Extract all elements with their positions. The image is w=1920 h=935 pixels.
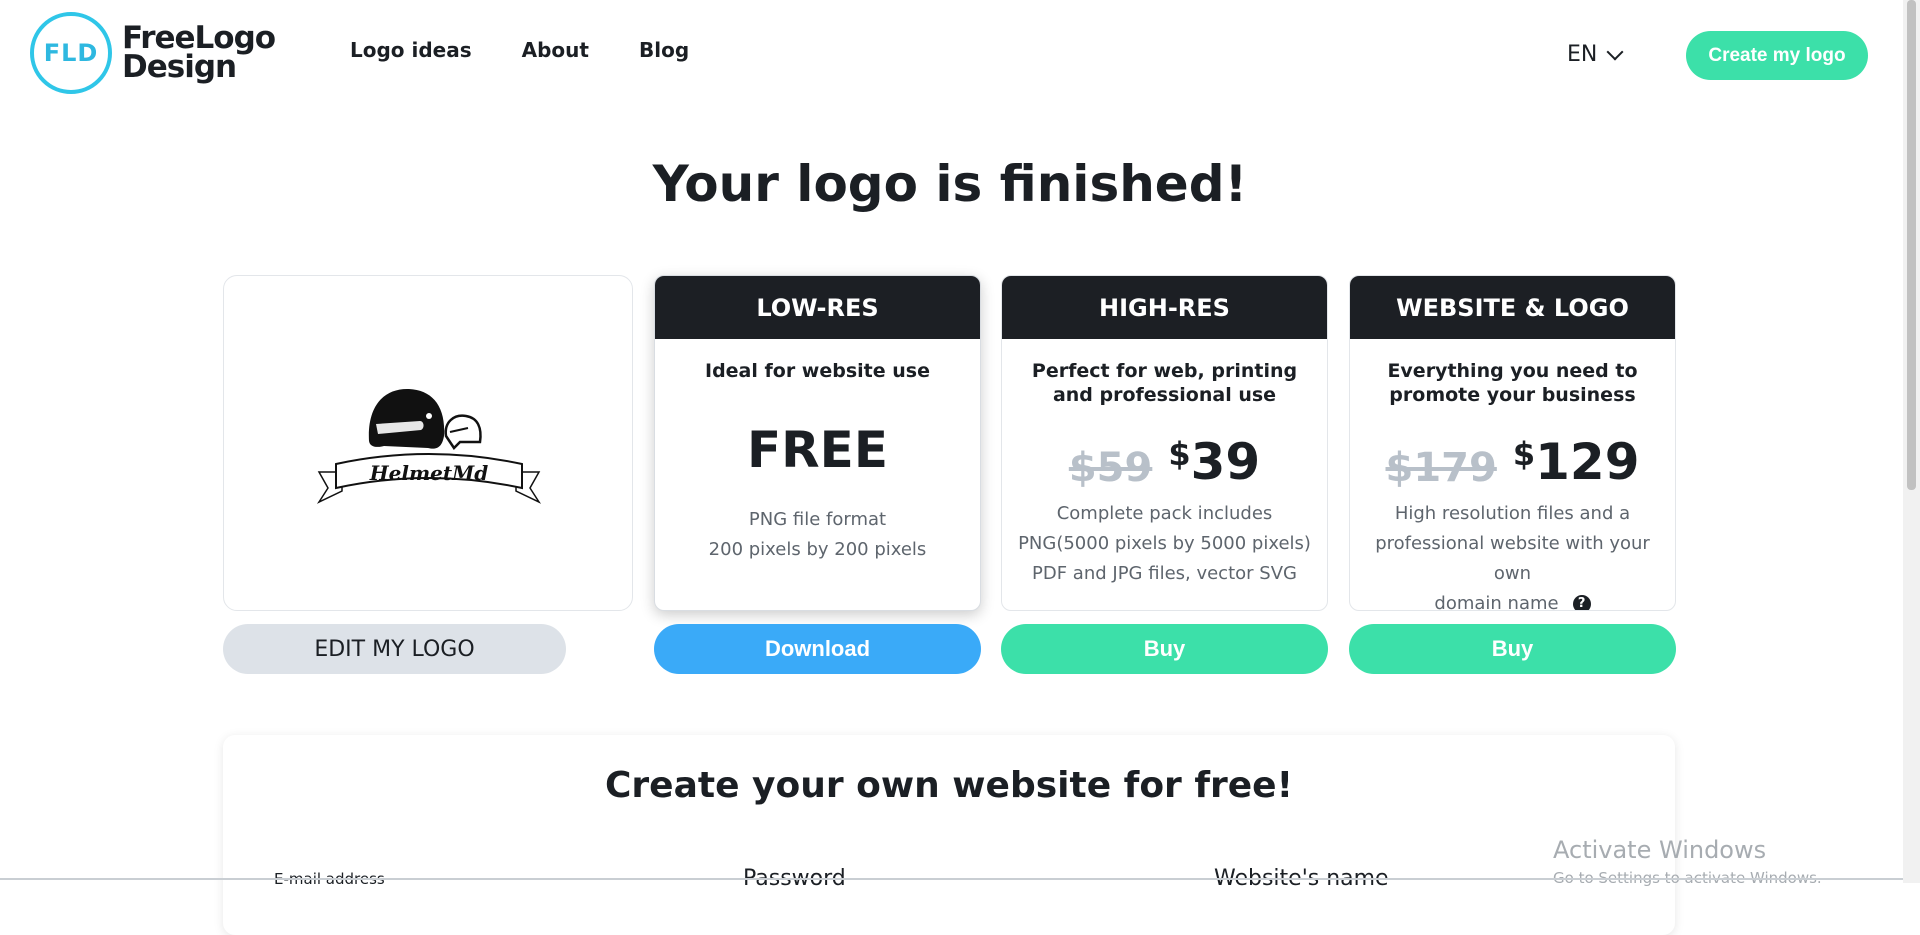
- page-title: Your logo is finished!: [652, 155, 1248, 213]
- helmet-icon: [368, 388, 445, 449]
- plan-detail-line: High resolution files and a: [1394, 503, 1631, 524]
- plan-price: 39: [1190, 433, 1261, 491]
- logo-preview-card: HelmetMd: [223, 275, 633, 611]
- website-section-title: Create your own website for free!: [604, 765, 1294, 806]
- plan-price-row: $59 $ 39: [1002, 433, 1327, 491]
- plan-title: LOW-RES: [655, 276, 980, 339]
- plan-card-high-res: HIGH-RES Perfect for web, printing and p…: [1001, 275, 1328, 611]
- plan-details: Complete pack includes PNG(5000 pixels b…: [1002, 499, 1327, 589]
- logo-wordmark: FreeLogo Design: [122, 23, 276, 85]
- buy-high-res-button[interactable]: Buy: [1001, 624, 1328, 674]
- plan-subtitle: Ideal for website use: [705, 360, 930, 382]
- plan-detail-text: domain name: [1434, 593, 1559, 611]
- plan-old-price: $179: [1385, 445, 1497, 491]
- plan-price: FREE: [747, 421, 888, 479]
- website-signup-card: Create your own website for free!: [223, 735, 1675, 935]
- plan-detail-line: 200 pixels by 200 pixels: [708, 539, 927, 560]
- plan-detail-line: professional website with your own: [1375, 533, 1650, 584]
- nav-about[interactable]: About: [522, 38, 589, 62]
- plan-detail-line: PNG(5000 pixels by 5000 pixels): [1018, 533, 1311, 554]
- plan-subtitle: Everything you need to promote your busi…: [1387, 360, 1638, 406]
- plan-price-row: $179 $ 129: [1350, 433, 1675, 491]
- nav-blog[interactable]: Blog: [639, 38, 689, 62]
- plan-new-price: $ 129: [1513, 433, 1640, 491]
- create-my-logo-button[interactable]: Create my logo: [1686, 31, 1868, 80]
- currency-symbol: $: [1512, 435, 1536, 473]
- edit-my-logo-button[interactable]: EDIT MY LOGO: [223, 624, 566, 674]
- plan-detail-line: domain name?: [1362, 589, 1663, 611]
- language-selector[interactable]: EN: [1567, 42, 1624, 67]
- plan-title: HIGH-RES: [1002, 276, 1327, 339]
- nav-logo-ideas[interactable]: Logo ideas: [350, 38, 472, 62]
- plan-details: High resolution files and a professional…: [1350, 499, 1675, 611]
- plan-details: PNG file format 200 pixels by 200 pixels: [655, 505, 980, 565]
- help-icon[interactable]: ?: [1572, 595, 1591, 610]
- logo-preview-image: HelmetMd: [316, 388, 542, 504]
- currency-symbol: $: [1168, 435, 1191, 473]
- plan-price: 129: [1535, 433, 1640, 491]
- plan-detail-line: Complete pack includes: [1056, 503, 1273, 524]
- main-nav: Logo ideas About Blog: [350, 38, 689, 62]
- plan-card-low-res: LOW-RES Ideal for website use FREE PNG f…: [654, 275, 981, 611]
- plan-card-website-logo: WEBSITE & LOGO Everything you need to pr…: [1349, 275, 1676, 611]
- download-button[interactable]: Download: [654, 624, 981, 674]
- buy-website-logo-button[interactable]: Buy: [1349, 624, 1676, 674]
- logo-wordmark-line2: Design: [122, 49, 237, 85]
- plan-old-price: $59: [1068, 445, 1153, 491]
- viewport-bottom-edge: [0, 878, 1903, 880]
- page-scrollbar[interactable]: [1903, 0, 1920, 883]
- plan-subtitle: Perfect for web, printing and profession…: [1031, 360, 1298, 406]
- logo-brand-text: HelmetMd: [369, 461, 488, 485]
- site-logo[interactable]: FLD FreeLogo Design: [30, 12, 276, 94]
- language-label: EN: [1567, 42, 1598, 67]
- scrollbar-thumb[interactable]: [1907, 0, 1916, 490]
- activate-windows-watermark: Activate Windows: [1553, 836, 1767, 864]
- plan-detail-line: PDF and JPG files, vector SVG: [1032, 563, 1297, 584]
- plan-new-price: $ 39: [1168, 433, 1260, 491]
- plan-detail-line: PNG file format: [748, 509, 887, 530]
- plan-title: WEBSITE & LOGO: [1350, 276, 1675, 339]
- chevron-down-icon: [1606, 43, 1624, 60]
- logo-mark: FLD: [30, 12, 112, 94]
